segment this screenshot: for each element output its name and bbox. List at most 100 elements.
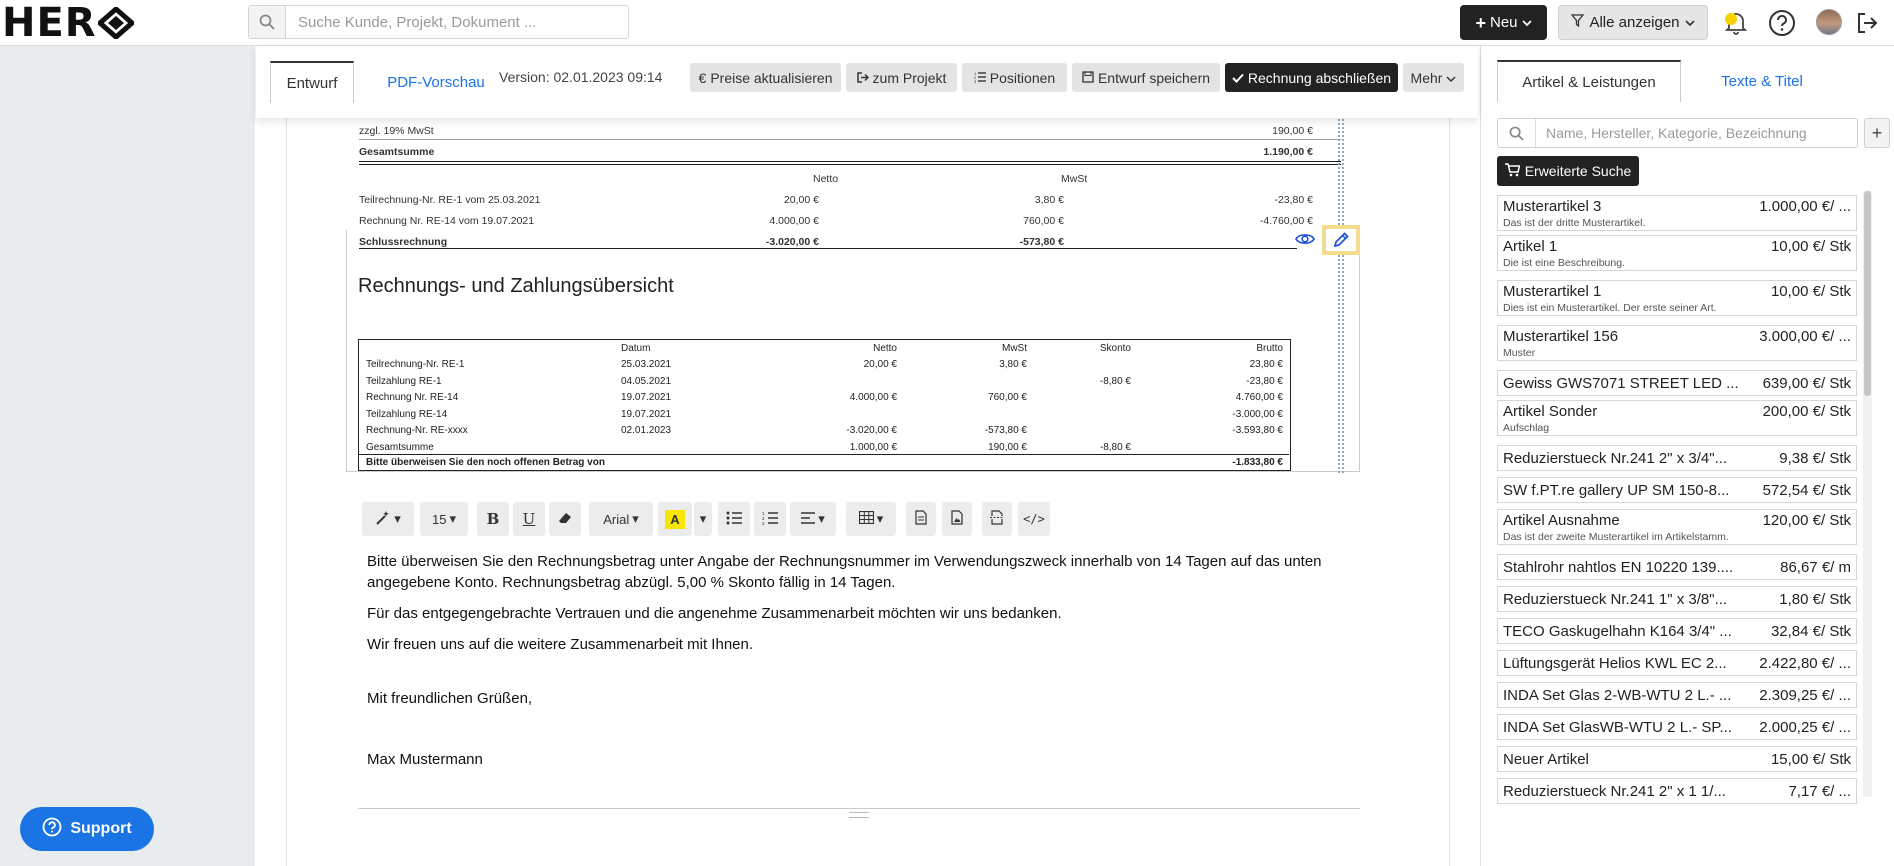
tab-draft[interactable]: Entwurf: [270, 61, 354, 103]
help-icon[interactable]: [1767, 8, 1797, 38]
article-name: Artikel Ausnahme: [1503, 512, 1620, 529]
ov-brutto: 4.760,00 €: [1235, 392, 1283, 403]
bullet-list-button[interactable]: [718, 502, 750, 536]
chevron-down-icon: [1521, 14, 1532, 31]
new-button[interactable]: + Neu: [1460, 5, 1547, 40]
article-item[interactable]: Artikel 1 10,00 €/ Stk Die ist eine Besc…: [1497, 235, 1857, 271]
ov-brutto: -23,80 €: [1246, 375, 1283, 387]
ov-skonto: -8,80 €: [1099, 441, 1131, 453]
article-item[interactable]: Reduzierstueck Nr.241 2" x 3/4"... 9,38 …: [1497, 445, 1857, 471]
article-name: Musterartikel 1: [1503, 283, 1602, 300]
notification-bell-icon[interactable]: [1721, 8, 1751, 38]
tab-texts[interactable]: Texte & Titel: [1687, 60, 1837, 102]
underline-button[interactable]: U: [513, 502, 545, 536]
article-item[interactable]: Artikel Sonder 200,00 €/ Stk Aufschlag: [1497, 400, 1857, 436]
edit-pencil-icon[interactable]: [1322, 225, 1360, 255]
article-item[interactable]: Lüftungsgerät Helios KWL EC 2... 2.422,8…: [1497, 650, 1857, 676]
article-item[interactable]: Stahlrohr nahtlos EN 10220 139.... 86,67…: [1497, 554, 1857, 580]
article-item[interactable]: Reduzierstueck Nr.241 1" x 3/8"... 1,80 …: [1497, 586, 1857, 612]
ov-label: Teilzahlung RE-1: [366, 375, 442, 387]
article-item[interactable]: Musterartikel 156 3.000,00 €/ ... Muster: [1497, 325, 1857, 361]
logo-mark-icon: [97, 7, 134, 39]
magic-style-dropdown[interactable]: ▾: [362, 502, 414, 536]
tab-pdf-preview-label: PDF-Vorschau: [387, 73, 485, 91]
more-dropdown[interactable]: Mehr: [1403, 63, 1464, 92]
tab-articles-label: Artikel & Leistungen: [1522, 73, 1656, 91]
ov-brutto: -3.593,80 €: [1232, 425, 1283, 436]
clear-format-button[interactable]: [549, 502, 581, 536]
support-button[interactable]: Support: [20, 807, 154, 851]
article-name: Reduzierstueck Nr.241 2" x 1 1/...: [1503, 783, 1726, 800]
user-avatar[interactable]: [1816, 9, 1842, 35]
article-item[interactable]: Gewiss GWS7071 STREET LED ... 639,00 €/ …: [1497, 370, 1857, 396]
row-brutto: -23,80 €: [1274, 194, 1313, 206]
article-item[interactable]: TECO Gaskugelhahn K164 3/4" ... 32,84 €/…: [1497, 618, 1857, 644]
to-project-button[interactable]: zum Projekt: [846, 63, 957, 92]
document-button[interactable]: [906, 502, 936, 536]
article-list: Musterartikel 3 1.000,00 €/ ... Das ist …: [1497, 195, 1859, 843]
bold-button[interactable]: B: [477, 502, 509, 536]
global-search-input[interactable]: [286, 12, 628, 32]
filter-dropdown[interactable]: Alle anzeigen: [1558, 5, 1708, 40]
finish-invoice-button[interactable]: Rechnung abschließen: [1225, 63, 1398, 92]
article-item[interactable]: Artikel Ausnahme 120,00 €/ Stk Das ist d…: [1497, 509, 1857, 545]
article-list-scrollbar[interactable]: [1863, 191, 1872, 797]
text-color-button[interactable]: A: [658, 502, 692, 536]
align-dropdown[interactable]: ▾: [790, 502, 836, 536]
article-name: INDA Set GlasWB-WTU 2 L.- SP...: [1503, 719, 1732, 736]
advanced-search-button[interactable]: Erweiterte Suche: [1497, 156, 1639, 186]
save-draft-button[interactable]: Entwurf speichern: [1072, 63, 1220, 92]
document-icon: [915, 510, 927, 528]
article-item[interactable]: Musterartikel 3 1.000,00 €/ ... Das ist …: [1497, 195, 1857, 231]
code-view-button[interactable]: </>: [1018, 502, 1050, 536]
article-name: Reduzierstueck Nr.241 2" x 3/4"...: [1503, 450, 1728, 467]
editor-content[interactable]: Bitte überweisen Sie den Rechnungsbetrag…: [367, 551, 1347, 780]
tab-articles[interactable]: Artikel & Leistungen: [1497, 60, 1681, 102]
font-size-value: 15: [432, 511, 447, 527]
numbered-list-button[interactable]: 123: [754, 502, 786, 536]
font-family-dropdown[interactable]: Arial ▾: [589, 502, 653, 536]
article-name: INDA Set Glas 2-WB-WTU 2 L.- ...: [1503, 687, 1732, 704]
table-dropdown[interactable]: ▾: [846, 502, 896, 536]
article-name: Artikel 1: [1503, 238, 1558, 255]
ov-label: Gesamtsumme: [366, 441, 434, 453]
ov-datum: 02.01.2023: [621, 425, 672, 436]
article-item[interactable]: INDA Set Glas 2-WB-WTU 2 L.- ... 2.309,2…: [1497, 682, 1857, 708]
font-size-dropdown[interactable]: 15 ▾: [420, 502, 468, 536]
chevron-down-icon: [1684, 14, 1695, 31]
image-document-button[interactable]: [942, 502, 972, 536]
ov-col-skonto: Skonto: [1099, 343, 1131, 354]
hero-logo[interactable]: HER: [2, 0, 134, 46]
update-prices-button[interactable]: € Preise aktualisieren: [690, 63, 841, 92]
logout-icon[interactable]: [1852, 8, 1882, 38]
text-color-icon: A: [665, 509, 685, 529]
add-article-button[interactable]: +: [1864, 118, 1890, 148]
article-item[interactable]: Musterartikel 1 10,00 €/ Stk Dies ist ei…: [1497, 280, 1857, 316]
article-search[interactable]: [1497, 118, 1858, 148]
export-icon: [856, 70, 869, 86]
article-search-input[interactable]: [1536, 124, 1857, 142]
positions-button[interactable]: 123 Positionen: [962, 63, 1067, 92]
editor-paragraph: Max Mustermann: [367, 751, 483, 768]
to-project-label: zum Projekt: [872, 69, 947, 86]
article-item[interactable]: INDA Set GlasWB-WTU 2 L.- SP... 2.000,25…: [1497, 714, 1857, 740]
article-item[interactable]: Reduzierstueck Nr.241 2" x 1 1/... 7,17 …: [1497, 778, 1857, 804]
article-price: 9,38 €/ Stk: [1779, 450, 1851, 467]
global-search[interactable]: [248, 5, 629, 39]
article-item[interactable]: Neuer Artikel 15,00 €/ Stk: [1497, 746, 1857, 772]
tab-pdf-preview[interactable]: PDF-Vorschau: [366, 61, 506, 103]
ov-brutto: 23,80 €: [1249, 359, 1283, 370]
article-price: 2.422,80 €/ ...: [1759, 655, 1851, 672]
text-color-dropdown[interactable]: ▾: [694, 502, 712, 536]
article-desc: Muster: [1503, 347, 1536, 359]
numbered-list-icon: 123: [762, 511, 778, 528]
editor-paragraph: Bitte überweisen Sie den Rechnungsbetrag…: [367, 553, 1322, 591]
article-item[interactable]: SW f.PT.re gallery UP SM 150-8... 572,54…: [1497, 477, 1857, 503]
resize-handle[interactable]: [849, 812, 869, 818]
scrollbar-thumb[interactable]: [1864, 191, 1871, 396]
eye-icon[interactable]: [1294, 229, 1316, 249]
ov-col-datum: Datum: [621, 343, 651, 354]
page-break-button[interactable]: [982, 502, 1012, 536]
plus-icon: +: [1475, 12, 1486, 33]
overview-table: Datum Netto MwSt Skonto Brutto Teilrechn…: [358, 339, 1291, 471]
